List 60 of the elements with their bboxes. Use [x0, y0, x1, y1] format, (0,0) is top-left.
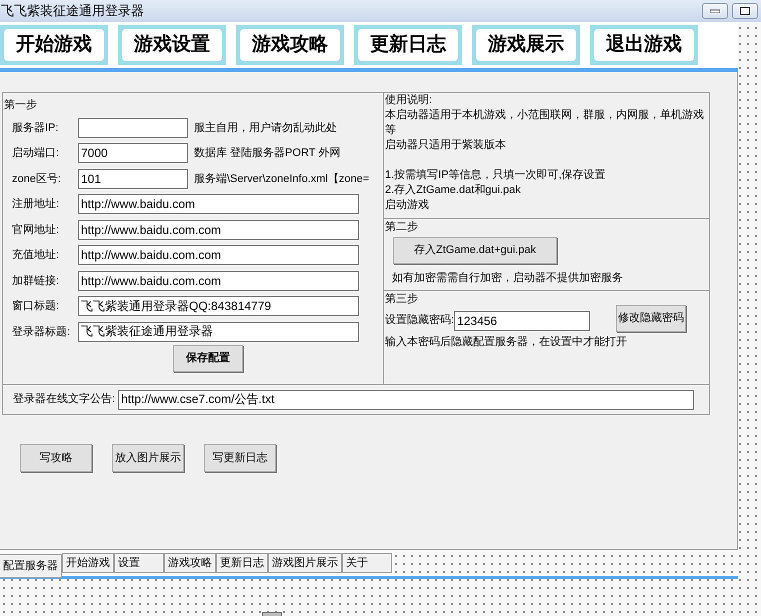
info-text: 如有加密需需自行加密，启动器不提供加密服务 [392, 270, 624, 286]
action-button[interactable]: 写更新日志 [204, 444, 276, 472]
field-note: 服主自用，用户请勿乱动此处 [194, 120, 337, 136]
instruction-text: 启动器只适用于紫装版本 [385, 138, 507, 153]
tab[interactable]: 配置服务器 [0, 554, 62, 578]
change-password-button[interactable]: 修改隐藏密码 [616, 305, 686, 332]
tab[interactable]: 关于 [342, 553, 392, 573]
save-files-button[interactable]: 存入ZtGame.dat+gui.pak [393, 237, 557, 264]
input-field[interactable] [78, 118, 188, 138]
field-label: 充值地址: [12, 248, 60, 263]
minimize-button[interactable] [702, 3, 728, 19]
password-field[interactable]: 123456 [454, 310, 590, 330]
section-title: 第一步 [3, 98, 38, 113]
input-field[interactable]: http://www.baidu.com [78, 194, 359, 214]
launcher-button[interactable]: 游戏设置 [118, 25, 226, 65]
input-field[interactable]: 101 [78, 168, 188, 189]
instruction-text: 启动游戏 [385, 198, 430, 213]
tab[interactable]: 游戏攻略 [164, 553, 216, 573]
launcher-button[interactable]: 游戏攻略 [236, 25, 344, 65]
section-title: 第二步 [385, 220, 419, 235]
input-field[interactable]: 飞飞紫装征途通用登录器 [78, 322, 359, 342]
action-button[interactable]: 写攻略 [20, 444, 92, 472]
field-label: 加群链接: [12, 274, 60, 288]
launcher-button[interactable]: 游戏展示 [472, 25, 580, 65]
tab[interactable]: 开始游戏 [62, 553, 114, 573]
info-text: 输入本密码后隐藏配置服务器，在设置中才能打开 [385, 334, 628, 350]
field-label: 服务器IP: [12, 120, 60, 136]
input-field[interactable]: http://www.baidu.com.com [78, 220, 359, 240]
instruction-text: 1.按需填写IP等信息，只填一次即可,保存设置 [385, 168, 607, 183]
instruction-text: 本启动器适用于本机游戏，小范围联网，群服，内网服，单机游戏等 [385, 108, 705, 138]
field-label: zone区号: [12, 172, 62, 186]
tab[interactable]: 设置 [114, 553, 164, 573]
tab[interactable]: 游戏图片展示 [268, 553, 342, 573]
launcher-button[interactable]: 更新日志 [354, 25, 462, 65]
input-field[interactable]: http://www.baidu.com.com [78, 270, 359, 291]
input-field[interactable]: 飞飞紫装通用登录器QQ:843814779 [78, 296, 359, 316]
save-button[interactable]: 保存配置 [173, 344, 243, 372]
input-field[interactable]: 7000 [78, 143, 188, 164]
field-label: 窗口标题: [12, 298, 60, 314]
field-note: 服务端\Server\zoneInfo.xml【zone= [194, 172, 370, 186]
input-field[interactable]: http://www.cse7.com/公告.txt [118, 390, 694, 410]
instruction-text: 2.存入ZtGame.dat和gui.pak [385, 183, 522, 198]
action-button[interactable]: 放入图片展示 [112, 444, 184, 472]
tab[interactable]: 更新日志 [216, 553, 268, 573]
field-label: 登录器在线文字公告: [13, 392, 116, 408]
field-label: 启动端口: [12, 146, 60, 161]
field-note: 数据库 登陆服务器PORT 外网 [194, 146, 340, 161]
field-label: 登录器标题: [12, 324, 72, 340]
field-label: 官网地址: [12, 222, 60, 238]
field-label: 注册地址: [12, 196, 60, 212]
section-title: 第三步 [385, 292, 419, 307]
input-field[interactable]: http://www.baidu.com.com [78, 245, 359, 266]
maximize-button[interactable] [732, 3, 758, 19]
minimize-icon [710, 9, 720, 13]
section-title: 使用说明: [385, 93, 434, 108]
launcher-button[interactable]: 开始游戏 [0, 25, 108, 65]
window-title: 飞飞紫装征途通用登录器 [1, 2, 144, 20]
field-label: 设置隐藏密码: [385, 312, 454, 328]
maximize-icon [740, 7, 750, 15]
launcher-button[interactable]: 退出游戏 [590, 25, 698, 65]
